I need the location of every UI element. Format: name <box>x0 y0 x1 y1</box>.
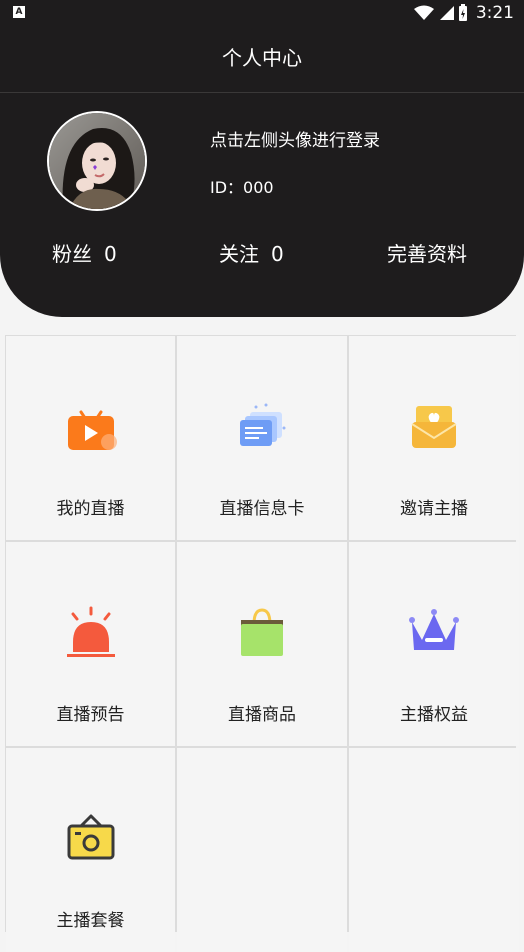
menu-item-live-info-card[interactable]: 直播信息卡 <box>177 336 347 540</box>
info-card-icon <box>240 403 286 446</box>
menu-label: 直播信息卡 <box>219 499 305 519</box>
package-camera-icon <box>67 814 114 860</box>
menu-label: 主播权益 <box>400 705 468 725</box>
title-bar: 个人中心 <box>0 26 524 93</box>
menu-item-my-live[interactable]: 我的直播 <box>6 336 175 540</box>
signal-icon <box>439 6 454 20</box>
notification-app-icon: A <box>13 6 25 18</box>
live-tv-icon <box>67 410 117 450</box>
invite-envelope-icon <box>411 406 457 448</box>
crown-icon <box>409 609 459 650</box>
fans-stat[interactable]: 粉丝 0 <box>52 238 117 267</box>
empty-cell <box>177 748 347 952</box>
profile-header: 个人中心 点击左侧头像进行登录 ID：000 粉丝 0 关注 0 完善资料 <box>0 26 524 317</box>
complete-profile-button[interactable]: 完善资料 <box>387 238 467 267</box>
menu-label: 直播商品 <box>228 705 296 725</box>
page-title: 个人中心 <box>222 46 302 70</box>
menu-item-live-preview[interactable]: 直播预告 <box>6 542 175 746</box>
menu-item-invite-host[interactable]: 邀请主播 <box>349 336 519 540</box>
menu-item-live-products[interactable]: 直播商品 <box>177 542 347 746</box>
menu-label: 直播预告 <box>56 705 125 725</box>
avatar[interactable] <box>47 111 147 211</box>
empty-cell <box>349 748 519 952</box>
status-time: 3:21 <box>475 3 514 23</box>
feature-grid: 我的直播 直播信息卡 邀请主播 直播预告 直播商品 主播权益 主播套餐 <box>5 335 519 952</box>
shopping-bag-icon <box>241 608 283 656</box>
menu-label: 主播套餐 <box>56 911 125 931</box>
wifi-icon <box>413 5 434 20</box>
battery-icon <box>458 4 467 21</box>
avatar-photo <box>49 113 145 209</box>
fans-label: 粉丝 <box>52 242 92 266</box>
menu-label: 我的直播 <box>56 499 125 519</box>
menu-item-host-package[interactable]: 主播套餐 <box>6 748 175 952</box>
user-id: ID：000 <box>210 178 274 197</box>
login-prompt[interactable]: 点击左侧头像进行登录 <box>210 126 380 151</box>
follow-count: 0 <box>271 242 284 266</box>
menu-label: 邀请主播 <box>400 499 468 519</box>
menu-item-host-benefits[interactable]: 主播权益 <box>349 542 519 746</box>
alarm-light-icon <box>66 606 115 657</box>
follow-stat[interactable]: 关注 0 <box>219 238 284 267</box>
status-icons: 3:21 <box>413 3 514 23</box>
status-bar: A 3:21 <box>0 0 524 26</box>
profile-stats: 粉丝 0 关注 0 完善资料 <box>0 238 524 268</box>
follow-label: 关注 <box>219 242 259 266</box>
fans-count: 0 <box>104 242 117 266</box>
